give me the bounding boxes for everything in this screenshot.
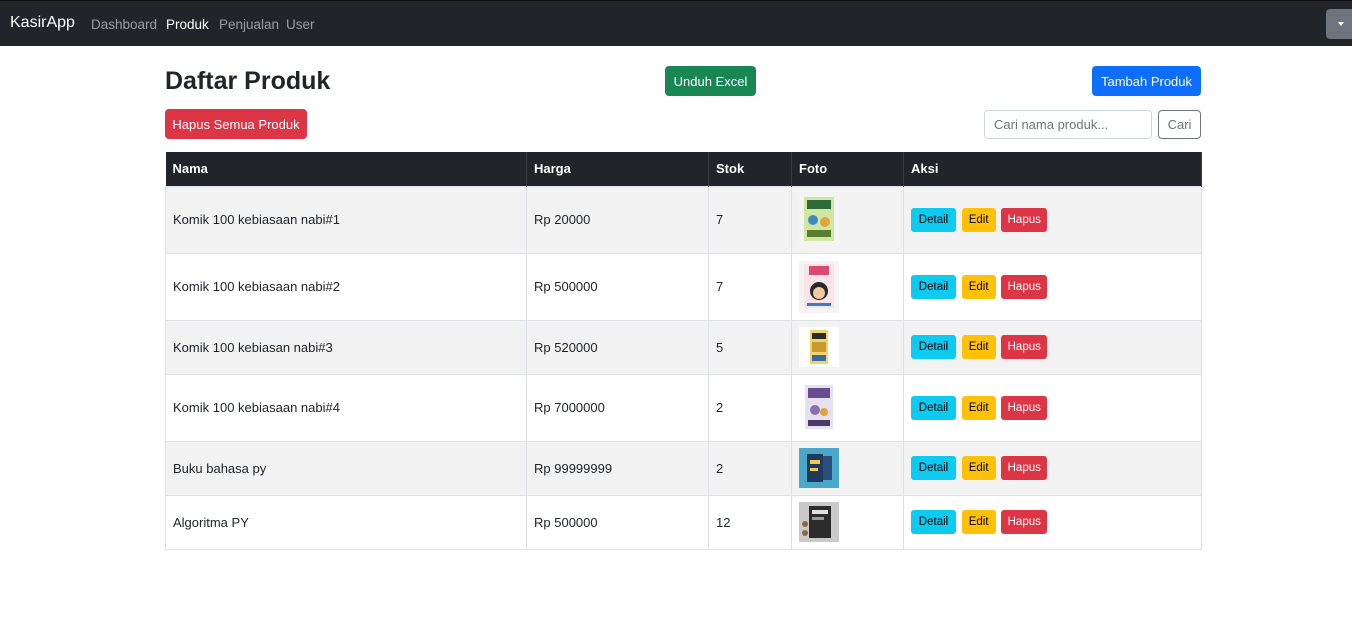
actions-cell: Detail Edit Hapus [903,185,1202,254]
products-table: Nama Harga Stok Foto Aksi Komik 100 kebi… [165,152,1202,550]
actions-cell: Detail Edit Hapus [903,440,1202,496]
brand-logo[interactable]: KasirApp [10,14,75,32]
table-row: Komik 100 kebiasaan nabi#1 Rp 20000 7 De… [165,185,1202,254]
edit-button[interactable]: Edit [961,456,996,480]
comic-cover-3-thumbnail [799,327,839,367]
add-product-button[interactable]: Tambah Produk [1092,66,1201,96]
product-name: Komik 100 kebiasaan nabi#1 [165,185,527,254]
product-name: Algoritma PY [165,494,527,550]
delete-button[interactable]: Hapus [1001,335,1048,359]
actions-cell: Detail Edit Hapus [903,373,1202,442]
product-price: Rp 500000 [526,494,709,550]
product-stock: 2 [708,440,792,496]
table-row: Algoritma PY Rp 500000 12 Detail Edit Ha… [165,494,1202,550]
comic-cover-1-thumbnail [799,193,839,246]
product-photo-cell [791,319,904,375]
product-name: Komik 100 kebiasaan nabi#4 [165,373,527,442]
top-navbar: KasirApp Dashboard Produk Penjualan User [0,0,1352,46]
python-book-cover-thumbnail [799,448,839,488]
product-name: Buku bahasa py [165,440,527,496]
caret-down-icon [1338,22,1344,26]
delete-all-products-button[interactable]: Hapus Semua Produk [165,109,307,139]
product-stock: 5 [708,319,792,375]
detail-button[interactable]: Detail [911,456,956,480]
header-stok: Stok [708,152,792,186]
product-stock: 7 [708,185,792,254]
edit-button[interactable]: Edit [961,274,996,299]
product-photo-cell [791,252,904,321]
product-price: Rp 7000000 [526,373,709,442]
table-row: Komik 100 kebiasaan nabi#4 Rp 7000000 2 … [165,373,1202,442]
actions-cell: Detail Edit Hapus [903,494,1202,550]
detail-button[interactable]: Detail [911,207,956,232]
edit-button[interactable]: Edit [961,207,996,232]
nav-produk[interactable]: Produk [166,17,209,32]
product-photo-cell [791,185,904,254]
delete-button[interactable]: Hapus [1001,456,1048,480]
header-harga: Harga [526,152,709,186]
user-dropdown-button[interactable] [1326,9,1352,39]
table-header-row: Nama Harga Stok Foto Aksi [165,152,1202,186]
comic-cover-2-thumbnail [799,260,839,313]
table-row: Buku bahasa py Rp 99999999 2 Detail Edit… [165,440,1202,496]
product-name: Komik 100 kebiasaan nabi#2 [165,252,527,321]
delete-button[interactable]: Hapus [1001,207,1048,232]
edit-button[interactable]: Edit [961,395,996,420]
download-excel-button[interactable]: Unduh Excel [665,66,756,96]
edit-button[interactable]: Edit [961,335,996,359]
actions-cell: Detail Edit Hapus [903,252,1202,321]
detail-button[interactable]: Detail [911,510,956,534]
header-aksi: Aksi [903,152,1202,186]
product-stock: 2 [708,373,792,442]
nav-penjualan[interactable]: Penjualan [219,17,279,32]
algorithm-book-cover-thumbnail [799,502,839,542]
edit-button[interactable]: Edit [961,510,996,534]
search-button[interactable]: Cari [1158,110,1201,139]
product-photo-cell [791,440,904,496]
comic-cover-4-thumbnail [799,381,839,434]
product-price: Rp 20000 [526,185,709,254]
detail-button[interactable]: Detail [911,335,956,359]
table-row: Komik 100 kebiasan nabi#3 Rp 520000 5 De… [165,319,1202,375]
product-name: Komik 100 kebiasan nabi#3 [165,319,527,375]
detail-button[interactable]: Detail [911,274,956,299]
product-photo-cell [791,494,904,550]
product-price: Rp 99999999 [526,440,709,496]
header-nama: Nama [165,152,527,186]
product-price: Rp 500000 [526,252,709,321]
delete-button[interactable]: Hapus [1001,274,1048,299]
detail-button[interactable]: Detail [911,395,956,420]
delete-button[interactable]: Hapus [1001,395,1048,420]
header-foto: Foto [791,152,904,186]
table-row: Komik 100 kebiasaan nabi#2 Rp 500000 7 D… [165,252,1202,321]
product-stock: 12 [708,494,792,550]
nav-user[interactable]: User [286,17,315,32]
product-photo-cell [791,373,904,442]
actions-cell: Detail Edit Hapus [903,319,1202,375]
nav-dashboard[interactable]: Dashboard [91,17,157,32]
delete-button[interactable]: Hapus [1001,510,1048,534]
search-input[interactable] [984,110,1152,139]
page-title: Daftar Produk [165,67,331,95]
product-stock: 7 [708,252,792,321]
product-price: Rp 520000 [526,319,709,375]
